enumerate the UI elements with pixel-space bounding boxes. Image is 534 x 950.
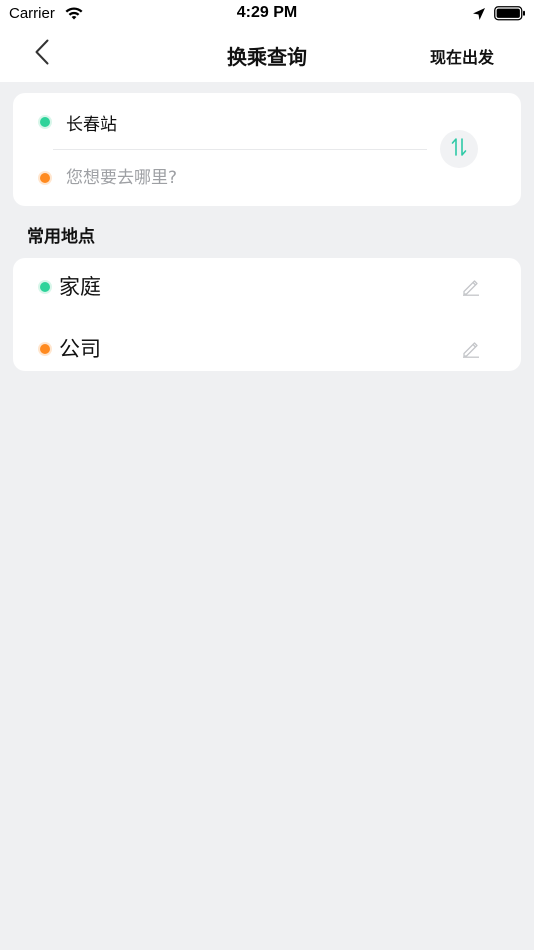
- destination-input[interactable]: [66, 165, 406, 191]
- pencil-edit-icon[interactable]: [461, 276, 481, 296]
- destination-dot-icon: [40, 173, 50, 183]
- origin-field[interactable]: 长春站: [66, 110, 117, 135]
- pencil-edit-icon[interactable]: [461, 338, 481, 358]
- origin-dot-icon: [40, 117, 50, 127]
- swap-button[interactable]: [440, 130, 478, 168]
- location-arrow-icon: [472, 6, 486, 25]
- frequent-places-title: 常用地点: [27, 227, 95, 247]
- work-dot-icon: [40, 344, 50, 354]
- place-item-work[interactable]: 公司: [13, 320, 521, 376]
- frequent-places-card: 家庭 公司: [13, 258, 521, 371]
- home-dot-icon: [40, 282, 50, 292]
- status-bar: Carrier 4:29 PM: [0, 0, 534, 28]
- place-label-work: 公司: [59, 337, 101, 361]
- place-label-home: 家庭: [59, 275, 101, 299]
- route-input-card: 长春站: [13, 93, 521, 206]
- depart-now-button[interactable]: 现在出发: [430, 44, 494, 68]
- status-time: 4:29 PM: [236, 4, 298, 21]
- navigation-bar: 换乘查询 现在出发: [0, 28, 534, 82]
- place-item-home[interactable]: 家庭: [13, 258, 521, 314]
- divider: [53, 149, 427, 150]
- battery-icon: [494, 6, 526, 25]
- swap-vertical-icon: [451, 137, 467, 161]
